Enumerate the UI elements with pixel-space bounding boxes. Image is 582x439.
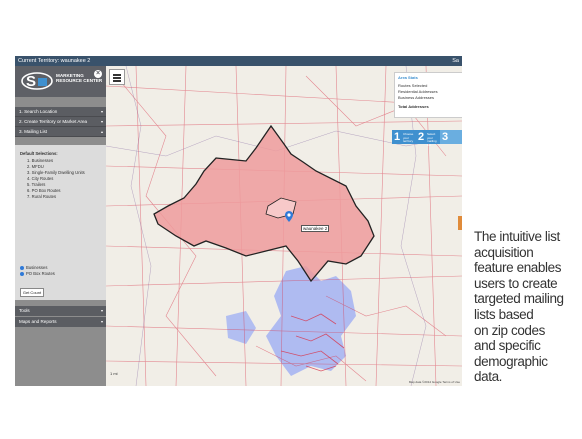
- caption-line: The intuitive list: [474, 229, 560, 244]
- menu-item-label: Maps and Reports: [19, 319, 57, 324]
- caption-line: lists based: [474, 306, 534, 322]
- radio-label-po-box-routes: PO Box Routes: [26, 271, 55, 276]
- stat-row: Residential Addresses: [398, 89, 438, 94]
- caption-line: and specific: [474, 338, 541, 354]
- menu-search-location[interactable]: 1. Search Location ▾: [15, 107, 106, 117]
- step-1[interactable]: 1 Choose your territory: [392, 130, 416, 144]
- scale-label: 1 mi: [110, 371, 118, 376]
- sidebar: S MARKETING RESOURCE CENTER × 1. Search …: [15, 66, 106, 386]
- menu-tools[interactable]: Tools ▾: [15, 306, 106, 316]
- chevron-down-icon: ▾: [100, 308, 103, 313]
- map-view[interactable]: waunakee 2 Area Stats Routes Selected Re…: [106, 66, 462, 386]
- step-3[interactable]: 3: [440, 130, 462, 144]
- stat-row: Routes Selected: [398, 83, 428, 88]
- area-stats-title: Area Stats: [398, 75, 418, 80]
- chevron-up-icon: ▴: [100, 129, 103, 134]
- area-stats-panel: Area Stats Routes Selected Residential A…: [394, 72, 462, 118]
- list-item: 2. MFDU: [27, 164, 44, 169]
- caption-text: The intuitive list acquisition feature e…: [474, 229, 574, 385]
- step-text: Choose your territory: [403, 132, 414, 144]
- list-item: 1. Businesses: [27, 158, 54, 163]
- title-bar-right: Sa: [452, 58, 459, 64]
- get-count-button[interactable]: Get Count: [20, 288, 44, 297]
- list-item: 7. Rural Routes: [27, 194, 57, 199]
- list-item: 5. Trailers: [27, 182, 46, 187]
- caption-line: demographic: [474, 353, 548, 369]
- menu-maps-and-reports[interactable]: Maps and Reports ▾: [15, 317, 106, 327]
- logo-line-2: RESOURCE CENTER: [56, 78, 103, 84]
- step-number: 1: [394, 131, 401, 143]
- caption-line: acquisition: [474, 244, 534, 260]
- stat-row: Business Addresses: [398, 95, 435, 100]
- list-item: 6. PO Box Routes: [27, 188, 61, 193]
- radio-po-box-routes[interactable]: [20, 272, 24, 276]
- mailing-list-panel: Default Selections: 1. Businesses 2. MFD…: [15, 145, 106, 300]
- logo: S MARKETING RESOURCE CENTER ×: [15, 66, 106, 97]
- window-title: Current Territory: waunakee 2: [18, 58, 91, 64]
- caption-line: users to create: [474, 275, 558, 291]
- lake-small: [226, 311, 256, 344]
- title-bar: Current Territory: waunakee 2 Sa: [15, 56, 462, 66]
- step-number: 2: [418, 131, 425, 143]
- caption-line: feature enables: [474, 260, 562, 276]
- svg-text:S: S: [26, 73, 36, 90]
- step-indicator: 1 Choose your territory 2 Select your ma…: [392, 130, 462, 147]
- app-window: Current Territory: waunakee 2 Sa S MARKE…: [15, 56, 462, 386]
- menu-create-territory[interactable]: 2. Create Territory or Market Area ▾: [15, 117, 106, 127]
- chevron-down-icon: ▾: [100, 119, 103, 124]
- list-item: 4. City Routes: [27, 176, 54, 181]
- menu-item-label: 2. Create Territory or Market Area: [19, 119, 88, 124]
- map-pin-icon[interactable]: [285, 211, 293, 222]
- logo-mark-icon: S: [21, 72, 53, 90]
- step-text: Select your mailing list: [427, 132, 437, 147]
- territory-polygon: [153, 124, 375, 283]
- caption-line: data.: [474, 369, 503, 385]
- close-icon[interactable]: ×: [94, 70, 102, 78]
- radio-label-businesses: Businesses: [26, 265, 48, 270]
- list-item: 3. Single-Family Dwelling Units: [27, 170, 85, 175]
- stat-row: Total Addresses: [398, 104, 429, 109]
- default-selections-heading: Default Selections:: [20, 151, 58, 156]
- side-tab[interactable]: [458, 216, 462, 230]
- caption-line: targeted mailing: [474, 291, 564, 307]
- chevron-down-icon: ▾: [100, 109, 103, 114]
- radio-businesses[interactable]: [20, 266, 24, 270]
- menu-item-label: 3. Mailing List: [19, 129, 48, 134]
- menu-item-label: 1. Search Location: [19, 109, 58, 114]
- caption-line: on zip codes: [474, 322, 545, 338]
- map-copyright: Map data ©2014 Google Terms of Use: [408, 380, 460, 384]
- menu-item-label: Tools: [19, 308, 30, 313]
- menu-mailing-list[interactable]: 3. Mailing List ▴: [15, 127, 106, 137]
- territory-label: waunakee 2: [301, 225, 330, 232]
- step-number: 3: [442, 131, 449, 143]
- step-2[interactable]: 2 Select your mailing list: [416, 130, 440, 147]
- menu-toggle-button[interactable]: [109, 69, 125, 85]
- chevron-down-icon: ▾: [100, 319, 103, 324]
